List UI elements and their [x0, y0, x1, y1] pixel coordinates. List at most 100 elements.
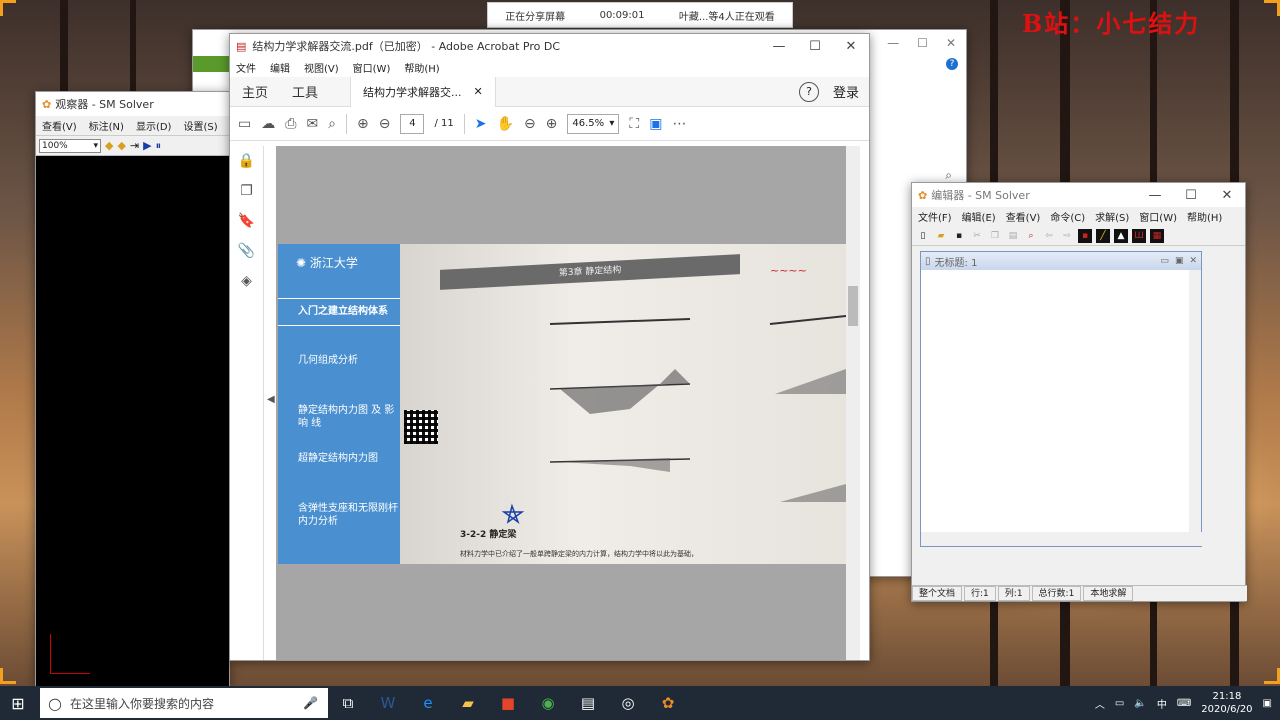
collapse-left-icon[interactable]: ◀ [267, 394, 275, 405]
menu-display[interactable]: 显示(D) [136, 118, 172, 133]
forward-icon[interactable]: ⇨ [1060, 229, 1074, 243]
login-button[interactable]: 登录 [833, 82, 859, 101]
meeting-icon[interactable]: ◎ [608, 686, 648, 720]
menu-settings[interactable]: 设置(S) [183, 118, 217, 133]
cut-icon[interactable]: ✂ [970, 229, 984, 243]
copy-icon[interactable]: ❐ [988, 229, 1002, 243]
menu-edit[interactable]: 编辑(E) [962, 209, 996, 224]
search-icon[interactable]: ⌕ [328, 116, 336, 132]
network-icon[interactable]: ▭ [1115, 698, 1124, 709]
new-file-icon[interactable]: ▯ [916, 229, 930, 243]
tab-tools[interactable]: 工具 [280, 82, 330, 101]
solver-icon[interactable]: ▪ [1078, 228, 1092, 243]
page-up-icon[interactable]: ⊕ [357, 116, 369, 132]
clock[interactable]: 21:18 2020/6/20 [1201, 690, 1252, 716]
volume-icon[interactable]: 🔈 [1134, 698, 1146, 709]
acrobat-titlebar[interactable]: ▤ 结构力学求解器交流.pdf（已加密） - Adobe Acrobat Pro… [230, 34, 869, 58]
horizontal-scrollbar[interactable] [921, 532, 1203, 546]
help-icon[interactable]: ? [798, 81, 819, 102]
select-cursor-icon[interactable]: ➤ [475, 116, 487, 132]
menu-view[interactable]: 视图(V) [304, 60, 339, 75]
viewer-window[interactable]: ✿ 观察器 - SM Solver 查看(V) 标注(N) 显示(D) 设置(S… [35, 91, 230, 687]
taskbar-search[interactable]: ○ 在这里输入你要搜索的内容 🎤 [40, 688, 328, 718]
color-icon[interactable]: ◆ [117, 139, 125, 152]
word-icon[interactable]: W [368, 686, 408, 720]
task-view-icon[interactable]: ⧉ [328, 686, 368, 720]
save-icon[interactable]: ▭ [238, 116, 251, 132]
play-icon[interactable]: ▶ [143, 139, 151, 152]
attachment-icon[interactable]: 📎 [230, 236, 263, 266]
editor-window[interactable]: ✿ 编辑器 - SM Solver — ☐ ✕ 文件(F) 编辑(E) 查看(V… [911, 182, 1247, 602]
notification-icon[interactable]: ▣ [1263, 698, 1272, 709]
scan-icon[interactable]: ▣ [649, 116, 662, 132]
print-icon[interactable]: ⎙ [285, 116, 296, 132]
vertical-scrollbar[interactable] [846, 146, 860, 660]
viewer-titlebar[interactable]: ✿ 观察器 - SM Solver [36, 92, 229, 116]
document-titlebar[interactable]: ▯ 无标题: 1 ▭ ▣ ✕ [921, 252, 1201, 270]
vertical-scrollbar[interactable] [1189, 270, 1201, 532]
lock-icon[interactable]: 🔒 [230, 146, 263, 176]
explorer-ribbon-tab[interactable] [193, 56, 233, 72]
maximize-icon[interactable]: ▣ [1175, 256, 1184, 266]
acrobat-window[interactable]: ▤ 结构力学求解器交流.pdf（已加密） - Adobe Acrobat Pro… [229, 33, 870, 661]
step-icon[interactable]: ⇥ [130, 139, 139, 152]
keyboard-icon[interactable]: ⌨ [1177, 698, 1191, 709]
minimize-icon[interactable]: — [761, 39, 797, 54]
upload-cloud-icon[interactable]: ☁ [261, 116, 275, 132]
menu-window[interactable]: 窗口(W) [353, 60, 391, 75]
email-icon[interactable]: ✉ [306, 116, 318, 132]
menu-annotate[interactable]: 标注(N) [89, 118, 124, 133]
menu-edit[interactable]: 编辑 [270, 60, 290, 75]
menu-file[interactable]: 文件(F) [918, 209, 952, 224]
paste-icon[interactable]: ▤ [1006, 229, 1020, 243]
pages-icon[interactable]: ❐ [230, 176, 263, 206]
close-icon[interactable]: ✕ [833, 39, 869, 54]
open-folder-icon[interactable]: ▰ [934, 229, 948, 243]
find-icon[interactable]: ⌕ [1024, 229, 1038, 243]
minimize-icon[interactable]: — [887, 36, 899, 50]
document-app-icon[interactable]: ▤ [568, 686, 608, 720]
result-icon[interactable]: Ш [1132, 228, 1146, 243]
maximize-icon[interactable]: ☐ [797, 39, 833, 54]
menu-solve[interactable]: 求解(S) [1095, 209, 1129, 224]
color-icon[interactable]: ◆ [105, 139, 113, 152]
chart-icon[interactable]: ▦ [1150, 228, 1164, 243]
bookmark-icon[interactable]: 🔖 [230, 206, 263, 236]
scroll-thumb[interactable] [848, 286, 858, 326]
zoom-out-icon[interactable]: ⊖ [524, 116, 536, 132]
microphone-icon[interactable]: 🎤 [303, 696, 318, 710]
maximize-icon[interactable]: ☐ [917, 36, 928, 50]
maximize-icon[interactable]: ☐ [1173, 188, 1209, 203]
menu-view[interactable]: 查看(V) [1006, 209, 1041, 224]
page-down-icon[interactable]: ⊖ [379, 116, 391, 132]
tab-home[interactable]: 主页 [230, 82, 280, 101]
close-icon[interactable]: ✕ [1189, 256, 1197, 266]
menu-view[interactable]: 查看(V) [42, 118, 77, 133]
chevron-up-icon[interactable]: ︿ [1095, 696, 1105, 711]
tab-document[interactable]: 结构力学求解器交... ✕ [350, 76, 496, 107]
draw-icon[interactable]: ╱ [1096, 228, 1110, 243]
zoom-select[interactable]: 100% ▾ [39, 138, 101, 153]
structure-icon[interactable]: ▲ [1114, 228, 1128, 243]
fit-page-icon[interactable]: ⛶ [629, 116, 639, 132]
ime-indicator[interactable]: 中 [1157, 696, 1167, 711]
back-icon[interactable]: ⇦ [1042, 229, 1056, 243]
more-icon[interactable]: ⋯ [672, 116, 686, 132]
save-icon[interactable]: ▪ [952, 229, 966, 243]
zoom-in-icon[interactable]: ⊕ [546, 116, 558, 132]
editor-titlebar[interactable]: ✿ 编辑器 - SM Solver — ☐ ✕ [912, 183, 1245, 207]
sm-solver-icon[interactable]: ✿ [648, 686, 688, 720]
help-icon[interactable]: ? [946, 58, 958, 70]
minimize-icon[interactable]: — [1137, 188, 1173, 203]
menu-window[interactable]: 窗口(W) [1139, 209, 1177, 224]
close-icon[interactable]: ✕ [946, 36, 956, 50]
menu-help[interactable]: 帮助(H) [1187, 209, 1222, 224]
menu-help[interactable]: 帮助(H) [404, 60, 439, 75]
file-explorer-icon[interactable]: ▰ [448, 686, 488, 720]
search-icon[interactable]: ⌕ [945, 168, 952, 183]
page-number-input[interactable]: 4 [400, 113, 425, 134]
document-window[interactable]: ▯ 无标题: 1 ▭ ▣ ✕ [920, 251, 1203, 547]
close-icon[interactable]: ✕ [474, 85, 483, 98]
zoom-select[interactable]: 46.5% ▾ [567, 113, 620, 134]
close-icon[interactable]: ✕ [1209, 188, 1245, 203]
